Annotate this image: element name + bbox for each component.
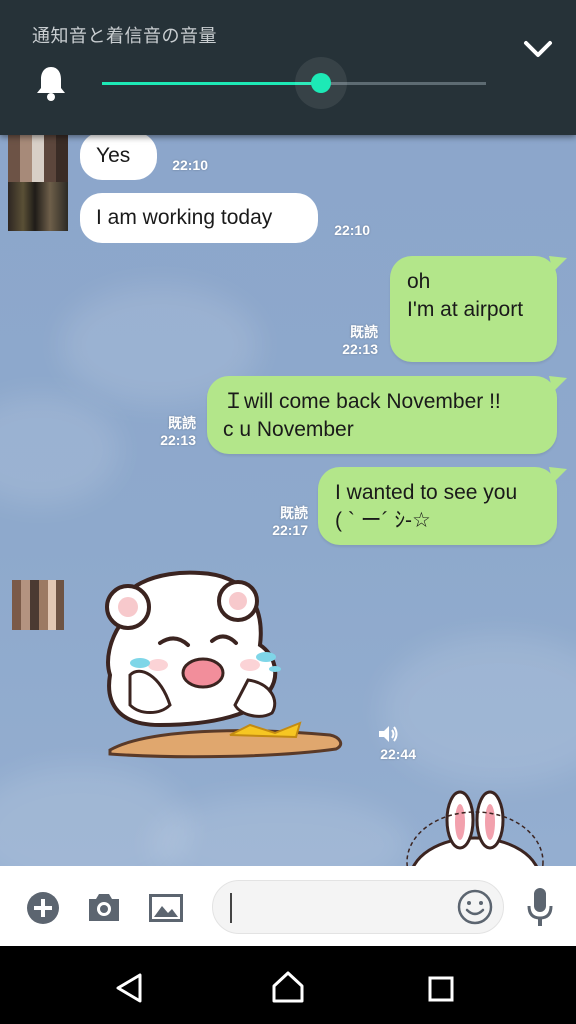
bubble-tail xyxy=(549,467,567,483)
bunny-sticker-preview[interactable] xyxy=(405,790,545,866)
message-time: 22:10 xyxy=(172,157,208,173)
volume-slider-thumb[interactable] xyxy=(310,73,331,93)
volume-slider-fill xyxy=(102,82,321,85)
message-bubble-outgoing[interactable]: oh I'm at airport xyxy=(390,256,557,362)
message-bubble-outgoing[interactable]: Ｉwill come back November !! c u November xyxy=(207,376,557,454)
message-bubble-outgoing[interactable]: I wanted to see you ( ` ー´ ｼ-☆ xyxy=(318,467,557,545)
read-receipt: 既読 xyxy=(280,505,308,521)
message-bubble-incoming[interactable]: Yes xyxy=(80,135,157,180)
message-time: 22:10 xyxy=(334,222,370,238)
read-receipt: 既読 xyxy=(168,415,196,431)
home-icon[interactable] xyxy=(270,970,306,1004)
volume-panel: 通知音と着信音の音量 xyxy=(0,0,576,135)
bear-sticker[interactable] xyxy=(100,565,350,760)
chevron-down-icon[interactable] xyxy=(520,36,556,64)
text-caret xyxy=(230,893,232,923)
avatar[interactable] xyxy=(8,135,68,231)
message-bubble-incoming[interactable]: I am working today xyxy=(80,193,318,243)
read-receipt: 既読 xyxy=(350,324,378,340)
message-meta: 既読 22:13 xyxy=(330,324,378,358)
message-time: 22:17 xyxy=(272,522,308,538)
speaker-icon[interactable] xyxy=(378,725,400,743)
bell-icon[interactable] xyxy=(34,64,68,102)
emoji-icon[interactable] xyxy=(457,889,493,925)
message-time: 22:13 xyxy=(342,341,378,357)
message-meta: 既読 22:13 xyxy=(148,415,196,449)
message-meta: 22:10 xyxy=(322,222,370,239)
bubble-tail xyxy=(549,376,567,392)
message-meta: 既読 22:17 xyxy=(260,505,308,539)
avatar[interactable] xyxy=(12,580,64,630)
plus-icon[interactable] xyxy=(26,891,60,925)
camera-icon[interactable] xyxy=(86,891,122,923)
volume-panel-title: 通知音と着信音の音量 xyxy=(32,26,217,47)
chat-area[interactable]: Yes 22:10 I am working today 22:10 既読 22… xyxy=(0,135,576,866)
recents-icon[interactable] xyxy=(428,976,454,1002)
message-time: 22:13 xyxy=(160,432,196,448)
message-time: 22:44 xyxy=(380,746,416,762)
bubble-tail xyxy=(549,256,567,272)
image-icon[interactable] xyxy=(148,893,184,923)
message-meta: 22:44 xyxy=(370,746,416,763)
microphone-icon[interactable] xyxy=(526,886,554,928)
back-icon[interactable] xyxy=(114,972,144,1004)
message-meta: 22:10 xyxy=(160,157,208,174)
